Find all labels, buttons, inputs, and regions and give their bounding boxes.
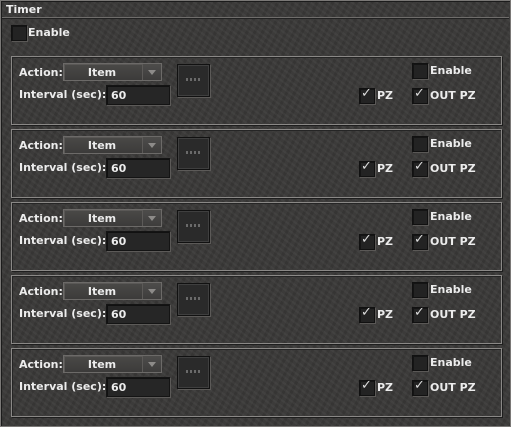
timer-panel-2: Action: Item Interval (sec): Enable ✓ PZ… xyxy=(11,129,502,198)
interval-input[interactable] xyxy=(106,304,170,324)
interval-label: Interval (sec): xyxy=(19,161,107,174)
check-icon: ✓ xyxy=(361,159,372,174)
action-dropdown-value: Item xyxy=(87,358,117,371)
chevron-down-icon xyxy=(148,362,156,367)
item-slot[interactable] xyxy=(177,356,210,389)
out-pz-label: OUT PZ xyxy=(430,235,476,248)
enable-label: Enable xyxy=(430,137,472,150)
chevron-down-icon xyxy=(148,70,156,75)
action-dropdown[interactable]: Item xyxy=(63,136,162,154)
action-dropdown-value: Item xyxy=(87,66,117,79)
action-dropdown[interactable]: Item xyxy=(63,63,162,81)
item-slot-icon xyxy=(186,297,202,300)
out-pz-checkbox[interactable]: ✓ xyxy=(412,378,428,396)
action-label: Action: xyxy=(19,285,63,298)
action-dropdown-value: Item xyxy=(87,139,117,152)
check-icon: ✓ xyxy=(361,86,372,101)
item-slot[interactable] xyxy=(177,210,210,243)
item-slot-icon xyxy=(186,224,202,227)
global-enable-label: Enable xyxy=(28,26,70,39)
interval-input[interactable] xyxy=(106,377,170,397)
interval-label: Interval (sec): xyxy=(19,307,107,320)
dropdown-button[interactable] xyxy=(142,283,161,299)
dropdown-button[interactable] xyxy=(142,210,161,226)
pz-checkbox[interactable]: ✓ xyxy=(359,232,375,250)
enable-checkbox[interactable] xyxy=(412,63,428,79)
interval-input[interactable] xyxy=(106,231,170,251)
pz-label: PZ xyxy=(377,235,394,248)
chevron-down-icon xyxy=(148,289,156,294)
action-label: Action: xyxy=(19,66,63,79)
item-slot-icon xyxy=(186,151,202,154)
check-icon: ✓ xyxy=(414,305,425,320)
action-dropdown-value: Item xyxy=(87,285,117,298)
item-slot-icon xyxy=(186,78,202,81)
check-icon: ✓ xyxy=(414,159,425,174)
check-icon: ✓ xyxy=(414,86,425,101)
enable-checkbox[interactable] xyxy=(412,282,428,298)
pz-label: PZ xyxy=(377,381,394,394)
check-icon: ✓ xyxy=(414,378,425,393)
check-icon: ✓ xyxy=(361,232,372,247)
chevron-down-icon xyxy=(148,143,156,148)
item-slot[interactable] xyxy=(177,137,210,170)
enable-label: Enable xyxy=(430,283,472,296)
action-dropdown[interactable]: Item xyxy=(63,282,162,300)
pz-label: PZ xyxy=(377,162,394,175)
pz-checkbox[interactable]: ✓ xyxy=(359,378,375,396)
out-pz-checkbox[interactable]: ✓ xyxy=(412,159,428,177)
interval-input[interactable] xyxy=(106,85,170,105)
enable-checkbox[interactable] xyxy=(412,136,428,152)
chevron-down-icon xyxy=(148,216,156,221)
item-slot[interactable] xyxy=(177,283,210,316)
action-dropdown[interactable]: Item xyxy=(63,355,162,373)
out-pz-label: OUT PZ xyxy=(430,89,476,102)
timer-panel-1: Action: Item Interval (sec): Enable ✓ PZ… xyxy=(11,56,502,125)
action-label: Action: xyxy=(19,358,63,371)
out-pz-checkbox[interactable]: ✓ xyxy=(412,305,428,323)
out-pz-label: OUT PZ xyxy=(430,381,476,394)
interval-label: Interval (sec): xyxy=(19,88,107,101)
interval-label: Interval (sec): xyxy=(19,380,107,393)
timer-panel-5: Action: Item Interval (sec): Enable ✓ PZ… xyxy=(11,348,502,417)
pz-checkbox[interactable]: ✓ xyxy=(359,86,375,104)
enable-label: Enable xyxy=(430,64,472,77)
pz-label: PZ xyxy=(377,308,394,321)
action-dropdown-value: Item xyxy=(87,212,117,225)
out-pz-checkbox[interactable]: ✓ xyxy=(412,232,428,250)
global-enable-checkbox[interactable] xyxy=(11,25,27,41)
item-slot[interactable] xyxy=(177,64,210,97)
pz-checkbox[interactable]: ✓ xyxy=(359,159,375,177)
out-pz-label: OUT PZ xyxy=(430,162,476,175)
pz-checkbox[interactable]: ✓ xyxy=(359,305,375,323)
enable-checkbox[interactable] xyxy=(412,209,428,225)
enable-label: Enable xyxy=(430,356,472,369)
item-slot-icon xyxy=(186,370,202,373)
check-icon: ✓ xyxy=(414,232,425,247)
out-pz-label: OUT PZ xyxy=(430,308,476,321)
action-label: Action: xyxy=(19,212,63,225)
dropdown-button[interactable] xyxy=(142,137,161,153)
timer-panel-3: Action: Item Interval (sec): Enable ✓ PZ… xyxy=(11,202,502,271)
action-label: Action: xyxy=(19,139,63,152)
enable-label: Enable xyxy=(430,210,472,223)
dropdown-button[interactable] xyxy=(142,356,161,372)
action-dropdown[interactable]: Item xyxy=(63,209,162,227)
enable-checkbox[interactable] xyxy=(412,355,428,371)
pz-label: PZ xyxy=(377,89,394,102)
check-icon: ✓ xyxy=(361,305,372,320)
out-pz-checkbox[interactable]: ✓ xyxy=(412,86,428,104)
window-title: Timer xyxy=(6,3,42,16)
interval-input[interactable] xyxy=(106,158,170,178)
timer-panel-4: Action: Item Interval (sec): Enable ✓ PZ… xyxy=(11,275,502,344)
dropdown-button[interactable] xyxy=(142,64,161,80)
timer-window: Timer Enable Action: Item Interval (sec)… xyxy=(0,0,511,427)
interval-label: Interval (sec): xyxy=(19,234,107,247)
check-icon: ✓ xyxy=(361,378,372,393)
title-divider xyxy=(2,17,509,19)
